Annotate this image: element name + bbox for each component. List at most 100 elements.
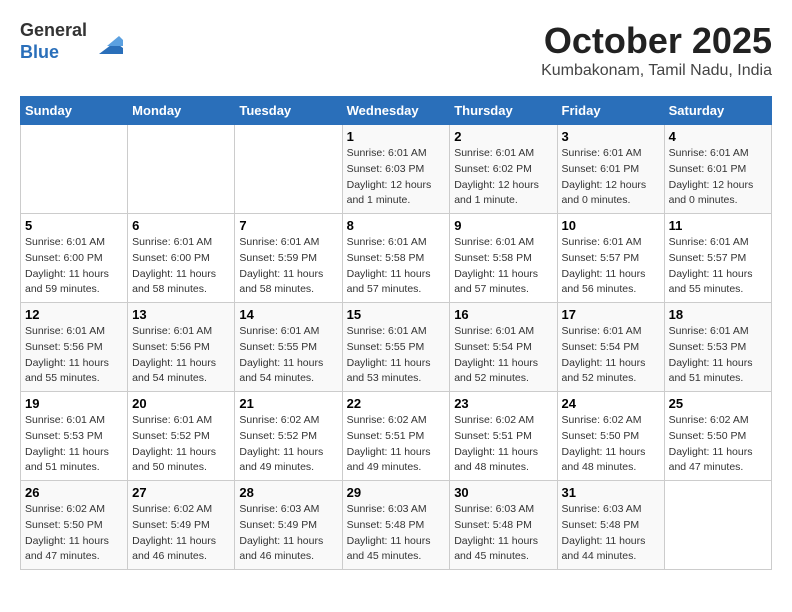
calendar-cell: 15 Sunrise: 6:01 AMSunset: 5:55 PMDaylig… [342, 303, 450, 392]
day-number: 28 [239, 485, 337, 500]
weekday-header-saturday: Saturday [664, 97, 771, 125]
day-info: Sunrise: 6:01 AMSunset: 5:53 PMDaylight:… [669, 325, 753, 384]
calendar-cell: 16 Sunrise: 6:01 AMSunset: 5:54 PMDaylig… [450, 303, 557, 392]
calendar-cell: 13 Sunrise: 6:01 AMSunset: 5:56 PMDaylig… [128, 303, 235, 392]
calendar-cell: 18 Sunrise: 6:01 AMSunset: 5:53 PMDaylig… [664, 303, 771, 392]
day-info: Sunrise: 6:01 AMSunset: 6:00 PMDaylight:… [132, 236, 216, 295]
calendar-cell: 20 Sunrise: 6:01 AMSunset: 5:52 PMDaylig… [128, 392, 235, 481]
day-number: 8 [347, 218, 446, 233]
day-info: Sunrise: 6:01 AMSunset: 6:01 PMDaylight:… [562, 147, 647, 206]
calendar-cell: 30 Sunrise: 6:03 AMSunset: 5:48 PMDaylig… [450, 481, 557, 570]
calendar-cell: 23 Sunrise: 6:02 AMSunset: 5:51 PMDaylig… [450, 392, 557, 481]
calendar-cell: 21 Sunrise: 6:02 AMSunset: 5:52 PMDaylig… [235, 392, 342, 481]
day-info: Sunrise: 6:01 AMSunset: 5:54 PMDaylight:… [562, 325, 646, 384]
calendar-cell: 8 Sunrise: 6:01 AMSunset: 5:58 PMDayligh… [342, 214, 450, 303]
day-info: Sunrise: 6:01 AMSunset: 5:55 PMDaylight:… [239, 325, 323, 384]
day-info: Sunrise: 6:01 AMSunset: 5:57 PMDaylight:… [562, 236, 646, 295]
day-info: Sunrise: 6:01 AMSunset: 5:56 PMDaylight:… [25, 325, 109, 384]
day-info: Sunrise: 6:02 AMSunset: 5:52 PMDaylight:… [239, 414, 323, 473]
day-number: 16 [454, 307, 552, 322]
day-number: 2 [454, 129, 552, 144]
day-info: Sunrise: 6:02 AMSunset: 5:49 PMDaylight:… [132, 503, 216, 562]
day-info: Sunrise: 6:01 AMSunset: 5:56 PMDaylight:… [132, 325, 216, 384]
day-info: Sunrise: 6:02 AMSunset: 5:50 PMDaylight:… [562, 414, 646, 473]
day-info: Sunrise: 6:02 AMSunset: 5:50 PMDaylight:… [669, 414, 753, 473]
day-info: Sunrise: 6:01 AMSunset: 5:58 PMDaylight:… [347, 236, 431, 295]
calendar-cell: 10 Sunrise: 6:01 AMSunset: 5:57 PMDaylig… [557, 214, 664, 303]
calendar-table: SundayMondayTuesdayWednesdayThursdayFrid… [20, 96, 772, 570]
weekday-header-friday: Friday [557, 97, 664, 125]
calendar-cell: 11 Sunrise: 6:01 AMSunset: 5:57 PMDaylig… [664, 214, 771, 303]
calendar-cell: 27 Sunrise: 6:02 AMSunset: 5:49 PMDaylig… [128, 481, 235, 570]
day-number: 14 [239, 307, 337, 322]
day-number: 31 [562, 485, 660, 500]
day-number: 20 [132, 396, 230, 411]
day-info: Sunrise: 6:03 AMSunset: 5:48 PMDaylight:… [562, 503, 646, 562]
day-number: 22 [347, 396, 446, 411]
day-info: Sunrise: 6:01 AMSunset: 5:52 PMDaylight:… [132, 414, 216, 473]
calendar-cell: 22 Sunrise: 6:02 AMSunset: 5:51 PMDaylig… [342, 392, 450, 481]
day-number: 25 [669, 396, 767, 411]
calendar-cell: 17 Sunrise: 6:01 AMSunset: 5:54 PMDaylig… [557, 303, 664, 392]
calendar-cell [235, 125, 342, 214]
calendar-week-1: 1 Sunrise: 6:01 AMSunset: 6:03 PMDayligh… [21, 125, 772, 214]
day-number: 10 [562, 218, 660, 233]
calendar-cell: 25 Sunrise: 6:02 AMSunset: 5:50 PMDaylig… [664, 392, 771, 481]
calendar-week-4: 19 Sunrise: 6:01 AMSunset: 5:53 PMDaylig… [21, 392, 772, 481]
day-info: Sunrise: 6:02 AMSunset: 5:51 PMDaylight:… [454, 414, 538, 473]
day-number: 27 [132, 485, 230, 500]
weekday-header-sunday: Sunday [21, 97, 128, 125]
day-number: 6 [132, 218, 230, 233]
day-number: 23 [454, 396, 552, 411]
day-info: Sunrise: 6:03 AMSunset: 5:48 PMDaylight:… [347, 503, 431, 562]
day-number: 11 [669, 218, 767, 233]
day-info: Sunrise: 6:01 AMSunset: 6:01 PMDaylight:… [669, 147, 754, 206]
title-block: October 2025 Kumbakonam, Tamil Nadu, Ind… [541, 20, 772, 80]
page-header: General Blue October 2025 Kumbakonam, Ta… [20, 20, 772, 80]
weekday-header-wednesday: Wednesday [342, 97, 450, 125]
day-info: Sunrise: 6:01 AMSunset: 6:03 PMDaylight:… [347, 147, 432, 206]
logo-blue: Blue [20, 42, 87, 64]
calendar-cell: 2 Sunrise: 6:01 AMSunset: 6:02 PMDayligh… [450, 125, 557, 214]
calendar-cell: 24 Sunrise: 6:02 AMSunset: 5:50 PMDaylig… [557, 392, 664, 481]
weekday-header-thursday: Thursday [450, 97, 557, 125]
day-number: 30 [454, 485, 552, 500]
day-number: 15 [347, 307, 446, 322]
calendar-body: 1 Sunrise: 6:01 AMSunset: 6:03 PMDayligh… [21, 125, 772, 570]
day-info: Sunrise: 6:01 AMSunset: 5:55 PMDaylight:… [347, 325, 431, 384]
calendar-cell [664, 481, 771, 570]
day-number: 21 [239, 396, 337, 411]
day-info: Sunrise: 6:03 AMSunset: 5:49 PMDaylight:… [239, 503, 323, 562]
weekday-header-row: SundayMondayTuesdayWednesdayThursdayFrid… [21, 97, 772, 125]
day-info: Sunrise: 6:01 AMSunset: 6:02 PMDaylight:… [454, 147, 539, 206]
logo-icon [91, 26, 123, 58]
day-number: 1 [347, 129, 446, 144]
day-number: 17 [562, 307, 660, 322]
day-info: Sunrise: 6:02 AMSunset: 5:50 PMDaylight:… [25, 503, 109, 562]
calendar-week-2: 5 Sunrise: 6:01 AMSunset: 6:00 PMDayligh… [21, 214, 772, 303]
calendar-week-3: 12 Sunrise: 6:01 AMSunset: 5:56 PMDaylig… [21, 303, 772, 392]
weekday-header-monday: Monday [128, 97, 235, 125]
day-number: 29 [347, 485, 446, 500]
calendar-cell [128, 125, 235, 214]
day-number: 13 [132, 307, 230, 322]
calendar-cell [21, 125, 128, 214]
day-number: 3 [562, 129, 660, 144]
month-title: October 2025 [541, 20, 772, 62]
calendar-cell: 14 Sunrise: 6:01 AMSunset: 5:55 PMDaylig… [235, 303, 342, 392]
calendar-cell: 5 Sunrise: 6:01 AMSunset: 6:00 PMDayligh… [21, 214, 128, 303]
day-info: Sunrise: 6:01 AMSunset: 5:54 PMDaylight:… [454, 325, 538, 384]
calendar-cell: 3 Sunrise: 6:01 AMSunset: 6:01 PMDayligh… [557, 125, 664, 214]
calendar-cell: 26 Sunrise: 6:02 AMSunset: 5:50 PMDaylig… [21, 481, 128, 570]
day-number: 24 [562, 396, 660, 411]
day-info: Sunrise: 6:01 AMSunset: 5:59 PMDaylight:… [239, 236, 323, 295]
calendar-cell: 19 Sunrise: 6:01 AMSunset: 5:53 PMDaylig… [21, 392, 128, 481]
day-info: Sunrise: 6:02 AMSunset: 5:51 PMDaylight:… [347, 414, 431, 473]
logo: General Blue [20, 20, 123, 63]
day-info: Sunrise: 6:01 AMSunset: 5:57 PMDaylight:… [669, 236, 753, 295]
calendar-cell: 28 Sunrise: 6:03 AMSunset: 5:49 PMDaylig… [235, 481, 342, 570]
location: Kumbakonam, Tamil Nadu, India [541, 62, 772, 80]
calendar-week-5: 26 Sunrise: 6:02 AMSunset: 5:50 PMDaylig… [21, 481, 772, 570]
calendar-cell: 6 Sunrise: 6:01 AMSunset: 6:00 PMDayligh… [128, 214, 235, 303]
logo-text: General Blue [20, 20, 123, 63]
